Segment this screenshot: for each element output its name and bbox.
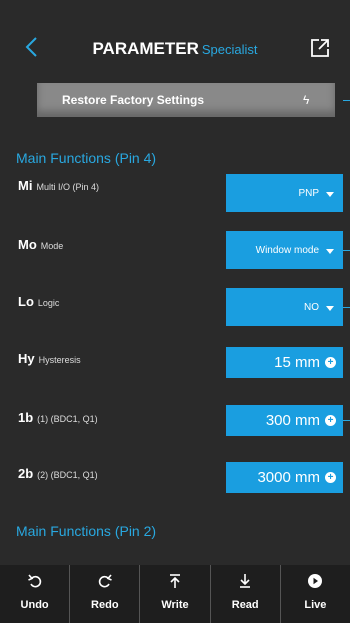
download-icon xyxy=(211,573,280,591)
read-label: Read xyxy=(231,599,259,611)
param-desc: (1) (BDC1, Q1) xyxy=(37,414,98,424)
number-field-2b[interactable]: 3000 mm + xyxy=(226,462,343,493)
bottom-toolbar: Undo Redo Write Read Live xyxy=(0,565,350,623)
read-button[interactable]: Read xyxy=(209,565,280,623)
header-bar: PARAMETER Specialist xyxy=(0,0,350,76)
live-label: Live xyxy=(304,599,327,611)
page-title: PARAMETER Specialist xyxy=(0,39,350,59)
section-header-pin4: Main Functions (Pin 4) xyxy=(16,150,157,166)
param-desc: Mode xyxy=(40,241,64,251)
section-header-pin2: Main Functions (Pin 2) xyxy=(16,523,157,539)
scroll-tick xyxy=(343,307,350,308)
dropdown-value: NO xyxy=(304,302,319,313)
live-button[interactable]: Live xyxy=(279,565,350,623)
param-label-mi: Mi Multi I/O (Pin 4) xyxy=(18,177,99,195)
number-value: 3000 mm xyxy=(257,469,320,486)
param-code: Lo xyxy=(18,294,34,309)
param-desc: Logic xyxy=(37,298,60,308)
caret-down-icon xyxy=(326,192,334,197)
param-code: 2b xyxy=(18,466,34,481)
param-label-lo: Lo Logic xyxy=(18,293,59,311)
caret-down-icon xyxy=(326,306,334,311)
param-code: Mi xyxy=(18,178,33,193)
param-desc: Multi I/O (Pin 4) xyxy=(36,182,99,192)
title-subtitle: Specialist xyxy=(201,42,258,57)
plus-circle-icon[interactable]: + xyxy=(325,357,336,368)
dropdown-value: PNP xyxy=(298,188,319,199)
param-label-1b: 1b (1) (BDC1, Q1) xyxy=(18,409,98,427)
number-field-1b[interactable]: 300 mm + xyxy=(226,405,343,436)
dropdown-multi-io[interactable]: PNP xyxy=(226,174,343,212)
param-label-mo: Mo Mode xyxy=(18,236,63,254)
param-code: Mo xyxy=(18,237,37,252)
write-label: Write xyxy=(161,599,189,611)
undo-label: Undo xyxy=(20,599,49,611)
play-circle-icon xyxy=(281,573,350,591)
param-desc: Hysteresis xyxy=(38,355,81,365)
number-field-hysteresis[interactable]: 15 mm + xyxy=(226,347,343,378)
param-label-2b: 2b (2) (BDC1, Q1) xyxy=(18,465,98,483)
scroll-tick xyxy=(343,420,350,421)
restore-factory-button[interactable]: Restore Factory Settings ϟ xyxy=(37,83,335,117)
param-code: Hy xyxy=(18,351,35,366)
restore-factory-label: Restore Factory Settings xyxy=(62,93,205,107)
undo-icon xyxy=(0,573,69,591)
redo-label: Redo xyxy=(91,599,119,611)
export-icon[interactable] xyxy=(308,36,332,60)
lightning-icon: ϟ xyxy=(303,93,310,107)
dropdown-logic[interactable]: NO xyxy=(226,288,343,326)
scroll-tick xyxy=(343,100,350,101)
undo-button[interactable]: Undo xyxy=(0,565,69,623)
param-desc: (2) (BDC1, Q1) xyxy=(37,470,98,480)
upload-icon xyxy=(140,573,209,591)
number-value: 15 mm xyxy=(274,354,320,371)
dropdown-mode[interactable]: Window mode xyxy=(226,231,343,269)
scroll-tick xyxy=(343,250,350,251)
dropdown-value: Window mode xyxy=(255,245,319,256)
caret-down-icon xyxy=(326,249,334,254)
redo-icon xyxy=(70,573,139,591)
param-label-hy: Hy Hysteresis xyxy=(18,350,81,368)
redo-button[interactable]: Redo xyxy=(69,565,139,623)
write-button[interactable]: Write xyxy=(139,565,209,623)
title-main: PARAMETER xyxy=(92,39,199,58)
plus-circle-icon[interactable]: + xyxy=(325,472,336,483)
plus-circle-icon[interactable]: + xyxy=(325,415,336,426)
number-value: 300 mm xyxy=(265,412,320,429)
param-code: 1b xyxy=(18,410,34,425)
